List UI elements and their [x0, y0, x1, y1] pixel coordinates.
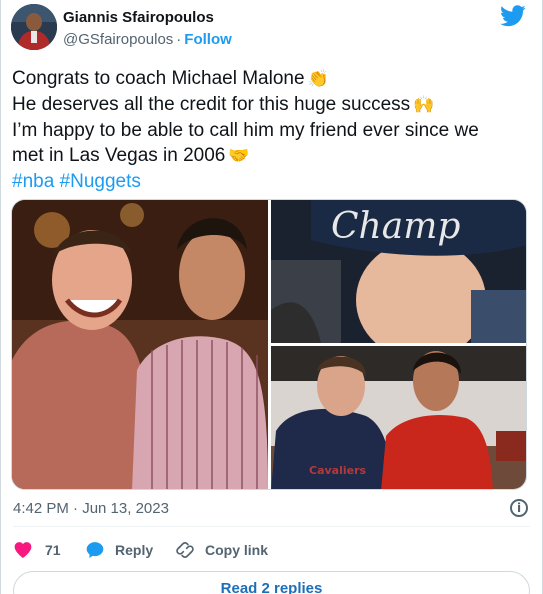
info-icon[interactable]: i — [510, 499, 528, 517]
tweet-line-2: He deserves all the credit for this huge… — [12, 92, 532, 118]
tweet-text: Congrats to coach Michael Malone 👏 He des… — [12, 66, 532, 194]
reply-label: Reply — [115, 542, 154, 558]
copy-link-button[interactable]: Copy link — [175, 537, 268, 563]
cap-text: Champ — [331, 206, 460, 247]
copy-link-label: Copy link — [205, 542, 269, 558]
tweet-header: Giannis Sfairopoulos @GSfairopoulos · Foll… — [1, 0, 542, 58]
avatar[interactable] — [11, 4, 57, 50]
tweet-line-2-text: He deserves all the credit for this huge… — [12, 94, 411, 115]
photo-two-men-vegas[interactable] — [12, 200, 268, 489]
like-button[interactable]: 71 — [13, 537, 61, 563]
photo-cavaliers-gym[interactable]: Cavaliers — [271, 346, 526, 489]
clapping-hands-icon: 👏 — [307, 69, 329, 89]
shirt-text: Cavaliers — [309, 464, 367, 477]
handshake-icon: 🤝 — [228, 146, 250, 166]
like-count: 71 — [45, 542, 61, 558]
read-replies-button[interactable]: Read 2 replies — [13, 571, 530, 594]
tweet-line-1-text: Congrats to coach Michael Malone — [12, 68, 305, 89]
tweet-line-1: Congrats to coach Michael Malone 👏 — [12, 66, 532, 92]
tweet-line-4: met in Las Vegas in 2006 🤝 — [12, 143, 532, 169]
photo-champ-cap[interactable]: Champ — [271, 200, 526, 343]
avatar-image — [11, 4, 57, 50]
tweet-line-3: I’m happy to be able to call him my frie… — [12, 120, 479, 141]
separator-dot: · — [176, 31, 182, 48]
tweet-timestamp[interactable]: 4:42 PM · Jun 13, 2023 — [13, 500, 169, 517]
author-handle[interactable]: @GSfairopoulos — [63, 31, 173, 48]
media-grid: Champ Cavaliers — [11, 199, 527, 490]
author-handle-row: @GSfairopoulos · Follow — [63, 31, 232, 48]
divider — [13, 526, 530, 527]
hashtag-row: #nba #Nuggets — [12, 169, 532, 194]
tweet-card: Giannis Sfairopoulos @GSfairopoulos · Foll… — [0, 0, 543, 594]
action-bar: 71 Reply Copy link — [13, 537, 513, 563]
link-icon — [176, 542, 194, 558]
heart-icon — [14, 542, 32, 558]
reply-button[interactable]: Reply — [85, 537, 153, 563]
speech-bubble-icon — [86, 542, 104, 558]
author-name[interactable]: Giannis Sfairopoulos — [63, 9, 214, 26]
twitter-bird-icon[interactable] — [500, 5, 526, 27]
raising-hands-icon: 🙌 — [413, 95, 435, 115]
follow-button[interactable]: Follow — [184, 31, 232, 48]
hashtag-nba[interactable]: #nba — [12, 171, 54, 192]
hashtag-nuggets[interactable]: #Nuggets — [60, 171, 141, 192]
tweet-line-4-text: met in Las Vegas in 2006 — [12, 145, 226, 166]
